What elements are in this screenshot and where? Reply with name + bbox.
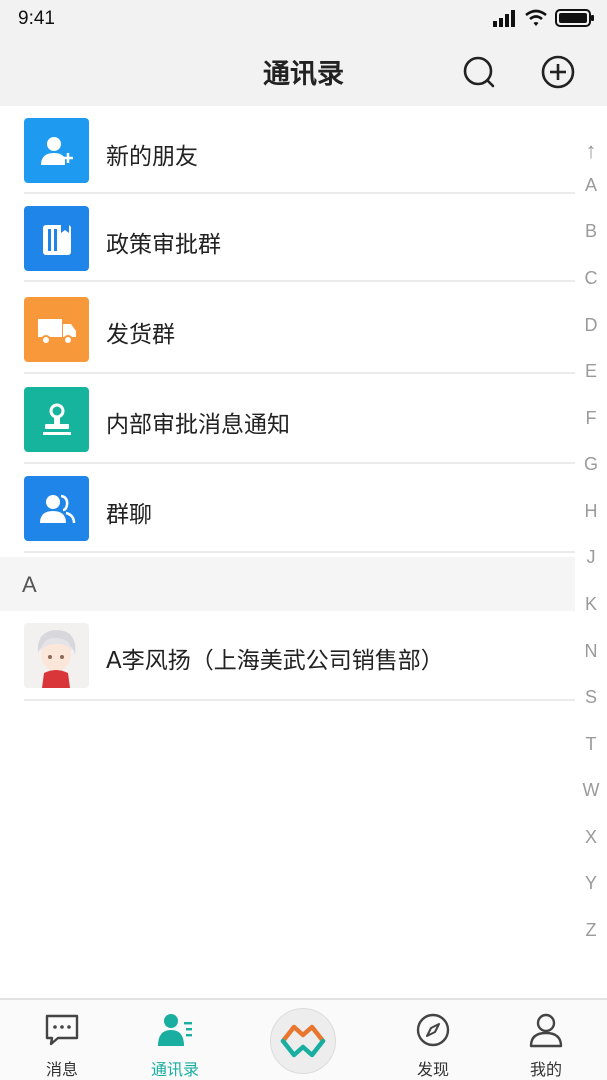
index-letter-x[interactable]: X [575, 827, 607, 848]
tab-label: 发现 [416, 1060, 449, 1079]
document-list-icon [24, 206, 89, 271]
status-bar: 9:41 [0, 0, 607, 40]
index-letter-g[interactable]: G [575, 454, 607, 475]
index-letter-w[interactable]: W [575, 780, 607, 801]
tab-messages[interactable]: 消息 [22, 1000, 102, 1080]
tab-me[interactable]: 我的 [506, 1000, 586, 1080]
list-item-shipping-group[interactable]: 发货群 [0, 284, 575, 374]
contact-row[interactable]: A李风扬（上海美武公司销售部） [0, 611, 575, 701]
index-letter-c[interactable]: C [575, 268, 607, 289]
page-title: 通讯录 [263, 59, 344, 90]
index-letter-s[interactable]: S [575, 687, 607, 708]
index-letter-k[interactable]: K [575, 594, 607, 615]
avatar [24, 623, 89, 688]
list-item-internal-approval-notice[interactable]: 内部审批消息通知 [0, 374, 575, 464]
index-letter-f[interactable]: F [575, 408, 607, 429]
nav-bar: 通讯录 [0, 40, 607, 106]
list-item-label: 群聊 [106, 502, 152, 528]
signal-icon [493, 10, 515, 27]
tab-bar: 消息 通讯录 发现 我的 [0, 998, 607, 1080]
add-button[interactable] [540, 54, 576, 90]
list-item-label: 政策审批群 [106, 232, 221, 258]
tab-discover[interactable]: 发现 [393, 1000, 473, 1080]
index-top-arrow[interactable]: ↑ [575, 138, 607, 164]
index-letter-n[interactable]: N [575, 641, 607, 662]
index-letter-b[interactable]: B [575, 221, 607, 242]
index-letter-a[interactable]: A [575, 175, 607, 196]
section-letter: A [22, 572, 37, 597]
app-logo-icon [280, 1024, 326, 1058]
index-letter-t[interactable]: T [575, 734, 607, 755]
chat-bubble-icon [45, 1014, 79, 1046]
tab-label: 我的 [529, 1060, 562, 1079]
stamp-icon [24, 387, 89, 452]
list-item-label: 新的朋友 [106, 144, 198, 170]
index-letter-j[interactable]: J [575, 547, 607, 568]
divider [24, 280, 575, 282]
list-item-new-friends[interactable]: 新的朋友 [0, 106, 575, 194]
divider [24, 551, 575, 553]
search-button[interactable] [461, 54, 497, 90]
plus-circle-icon [541, 55, 575, 89]
contact-name: A李风扬（上海美武公司销售部） [106, 648, 444, 674]
index-letter-y[interactable]: Y [575, 873, 607, 894]
add-person-icon [24, 118, 89, 183]
person-icon [529, 1013, 563, 1048]
search-icon [463, 56, 495, 88]
index-letter-e[interactable]: E [575, 361, 607, 382]
center-app-button[interactable] [270, 1008, 336, 1074]
index-letter-z[interactable]: Z [575, 920, 607, 941]
index-letter-d[interactable]: D [575, 315, 607, 336]
battery-icon [555, 9, 594, 27]
tab-label: 消息 [45, 1060, 78, 1079]
status-icons [493, 7, 595, 29]
list-item-group-chat[interactable]: 群聊 [0, 464, 575, 553]
tab-label: 通讯录 [150, 1060, 199, 1079]
divider [24, 699, 575, 701]
compass-icon [416, 1013, 450, 1047]
list-item-label: 发货群 [106, 322, 175, 348]
group-icon [24, 476, 89, 541]
list-item-label: 内部审批消息通知 [106, 412, 290, 438]
truck-icon [24, 297, 89, 362]
list-item-policy-approval-group[interactable]: 政策审批群 [0, 194, 575, 282]
tab-contacts[interactable]: 通讯录 [135, 1000, 215, 1080]
status-time: 9:41 [18, 8, 55, 29]
section-header: A [0, 557, 575, 611]
wifi-icon [525, 9, 547, 26]
index-letter-h[interactable]: H [575, 501, 607, 522]
contacts-icon [158, 1014, 192, 1046]
